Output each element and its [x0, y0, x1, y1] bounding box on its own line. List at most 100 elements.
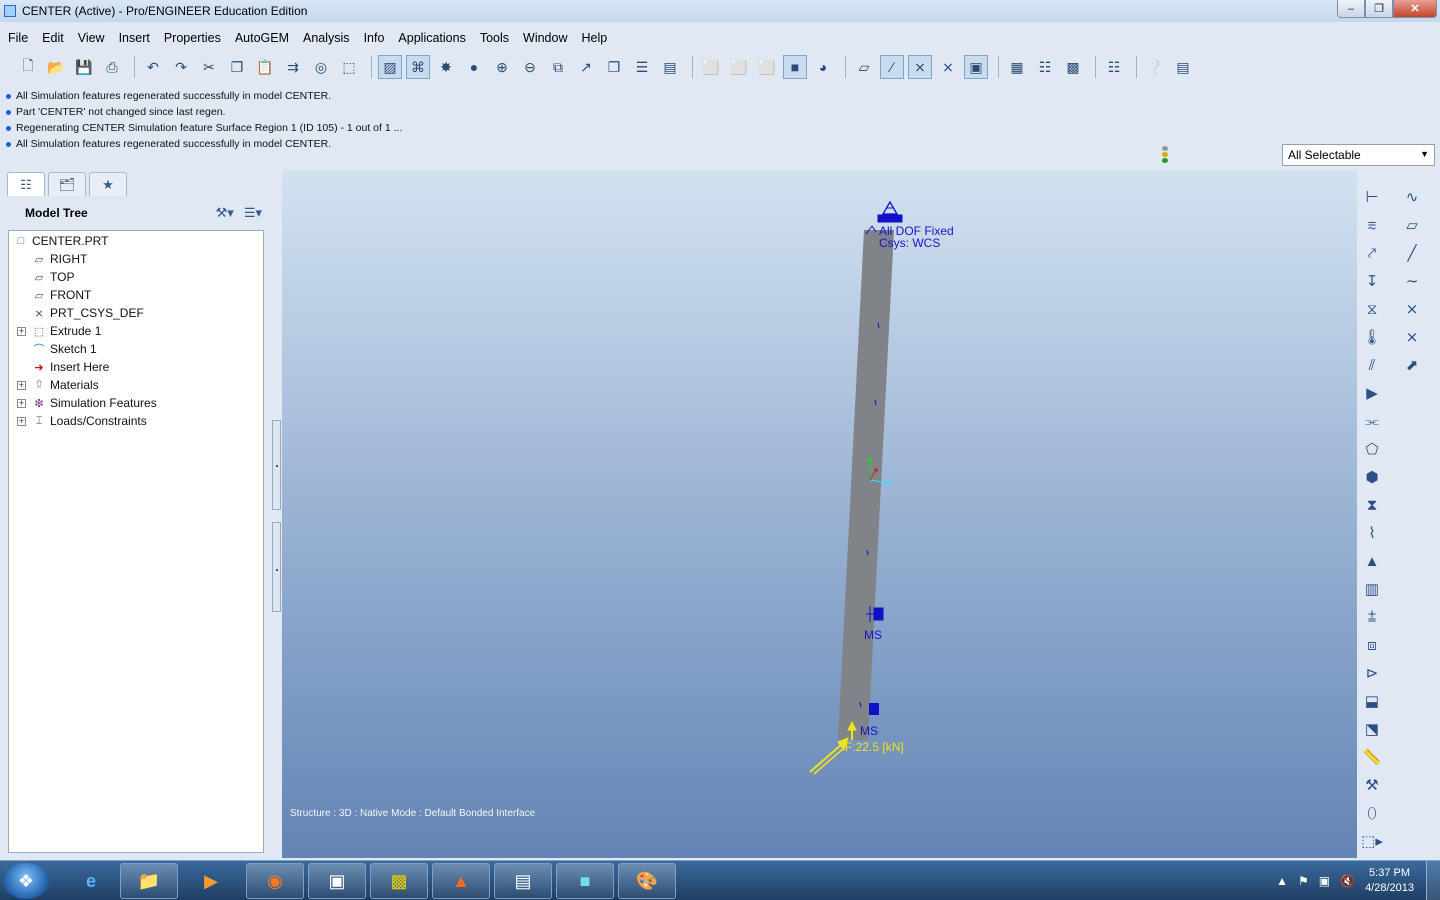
shaded-button[interactable]: ■ [783, 55, 807, 79]
maximize-button[interactable]: ❐ [1365, 0, 1393, 18]
wireframe-button[interactable]: ⬜ [699, 55, 723, 79]
menu-info[interactable]: Info [357, 31, 392, 45]
displacement-constraint-button[interactable]: ⫽ [1361, 354, 1383, 376]
redo-button[interactable]: ↷ [169, 55, 193, 79]
datum-plane-button[interactable]: ▱ [1401, 214, 1423, 236]
fastener-button[interactable]: ⊳ [1361, 662, 1383, 684]
tree-item-materials[interactable]: ⮸ Materials [32, 376, 98, 394]
weld-button[interactable]: ⩲ [1361, 606, 1383, 628]
tree-settings-button[interactable]: ⚒▾ [216, 205, 234, 221]
planar-constraint-button[interactable]: ▶ [1361, 382, 1383, 404]
tree-item-center-prt[interactable]: □ CENTER.PRT [14, 232, 109, 250]
shading-button[interactable]: ● [462, 55, 486, 79]
zoom-out-button[interactable]: ⊖ [518, 55, 542, 79]
annotation-display-button[interactable]: ▣ [964, 55, 988, 79]
panel-sash-lower[interactable] [272, 522, 281, 612]
menu-insert[interactable]: Insert [112, 31, 157, 45]
view-manager-button[interactable]: ▤ [658, 55, 682, 79]
tab-model-tree[interactable]: ☷ [7, 172, 45, 196]
menu-edit[interactable]: Edit [35, 31, 71, 45]
tree-item-prt-csys-def[interactable]: ⨯ PRT_CSYS_DEF [32, 304, 143, 322]
mesh-button[interactable]: ▦ [1005, 55, 1029, 79]
taskbar-internet-explorer[interactable]: e [62, 863, 120, 899]
expand-loads-constraints-button[interactable]: + [17, 417, 26, 426]
hidden-line-button[interactable]: ⬜ [727, 55, 751, 79]
menu-analysis[interactable]: Analysis [296, 31, 357, 45]
menu-applications[interactable]: Applications [391, 31, 472, 45]
show-desktop-button[interactable] [1426, 861, 1440, 900]
datum-csys-button[interactable]: ⨯ [1401, 326, 1423, 348]
select-box-button[interactable]: ⬚ [337, 55, 361, 79]
tree-item-loads-constraints[interactable]: ⌶ Loads/Constraints [32, 412, 147, 430]
taskbar-document-viewer[interactable]: ▤ [494, 863, 552, 899]
analysis-tool-button[interactable]: ⊢ [1361, 186, 1383, 208]
mass-button[interactable]: ▲ [1361, 550, 1383, 572]
expand-materials-button[interactable]: + [17, 381, 26, 390]
beam-button[interactable]: ⧗ [1361, 494, 1383, 516]
tree-item-right[interactable]: ▱ RIGHT [32, 250, 88, 268]
context-help-button[interactable]: ❔ [1143, 55, 1167, 79]
analyses-button[interactable]: ☷ [1033, 55, 1057, 79]
plane-tool-button[interactable]: ⩳ [1361, 214, 1383, 236]
material-assign-button[interactable]: ⬔ [1361, 718, 1383, 740]
more-tools-button[interactable]: ⬚▸ [1361, 830, 1383, 852]
results-button[interactable]: ▩ [1061, 55, 1085, 79]
clock[interactable]: 5:37 PM 4/28/2013 [1365, 866, 1414, 896]
reorient-button[interactable]: ↗ [574, 55, 598, 79]
surface-region-button[interactable]: ⬠ [1361, 438, 1383, 460]
paste-button[interactable]: 📋 [253, 55, 277, 79]
tree-item-sketch-1[interactable]: ⌒ Sketch 1 [32, 340, 97, 358]
show-hidden-icons-button[interactable]: ▲ [1276, 874, 1288, 888]
point-display-button[interactable]: ⨯ [908, 55, 932, 79]
datum-axis-button[interactable]: ╱ [1401, 242, 1423, 264]
no-hidden-button[interactable]: ⬜ [755, 55, 779, 79]
new-file-button[interactable]: 🗋 [16, 55, 40, 79]
spring-button[interactable]: ⌇ [1361, 522, 1383, 544]
taskbar-command-prompt[interactable]: ▣ [308, 863, 366, 899]
idealization-button[interactable]: ⬯ [1361, 802, 1383, 824]
bearing-load-button[interactable]: ⧖ [1361, 298, 1383, 320]
sketch-tool-button[interactable]: ∿ [1401, 186, 1423, 208]
enhanced-realism-button[interactable]: ◕ [811, 55, 835, 79]
tree-item-front[interactable]: ▱ FRONT [32, 286, 92, 304]
shell-button[interactable]: ▥ [1361, 578, 1383, 600]
tree-show-button[interactable]: ☰▾ [244, 205, 262, 221]
close-button[interactable]: ✕ [1393, 0, 1437, 18]
info-button[interactable]: ▤ [1171, 55, 1195, 79]
tree-item-simulation-features[interactable]: ❇ Simulation Features [32, 394, 156, 412]
axis-display-button[interactable]: ∕ [880, 55, 904, 79]
tab-favorites[interactable]: ★ [89, 172, 127, 196]
refit-button[interactable]: ⧉ [546, 55, 570, 79]
minimize-button[interactable]: – [1337, 0, 1365, 18]
plane-display-button[interactable]: ▱ [852, 55, 876, 79]
datum-axes-button[interactable]: ⌘ [406, 55, 430, 79]
menu-file[interactable]: File [0, 31, 35, 45]
menu-view[interactable]: View [71, 31, 112, 45]
expand-simulation-features-button[interactable]: + [17, 399, 26, 408]
open-file-button[interactable]: 📂 [44, 55, 68, 79]
taskbar-pro-engineer-active[interactable]: ■ [556, 863, 614, 899]
measure-button[interactable]: 📏 [1361, 746, 1383, 768]
regenerate-button[interactable]: ⇉ [281, 55, 305, 79]
expand-extrude-button[interactable]: + [17, 327, 26, 336]
taskbar-firefox[interactable]: ◉ [246, 863, 304, 899]
mesh-control-button[interactable]: ⚒ [1361, 774, 1383, 796]
tree-item-top[interactable]: ▱ TOP [32, 268, 75, 286]
force-load-button[interactable]: ⤤ [1361, 242, 1383, 264]
link-tool-button[interactable]: ⬈ [1401, 354, 1423, 376]
menu-properties[interactable]: Properties [157, 31, 228, 45]
start-button[interactable]: ❖ [3, 863, 49, 899]
taskbar-explorer[interactable]: 📁 [120, 863, 178, 899]
csys-display-button[interactable]: ⨯ [936, 55, 960, 79]
symmetry-constraint-button[interactable]: ⫘ [1361, 410, 1383, 432]
datum-curve-button[interactable]: ∼ [1401, 270, 1423, 292]
cut-button[interactable]: ✂ [197, 55, 221, 79]
menu-tools[interactable]: Tools [473, 31, 516, 45]
find-button[interactable]: ◎ [309, 55, 333, 79]
datum-display-button[interactable]: ▨ [378, 55, 402, 79]
copy-button[interactable]: ❐ [225, 55, 249, 79]
volume-region-button[interactable]: ⬢ [1361, 466, 1383, 488]
tab-folder-browser[interactable]: 🗂 [48, 172, 86, 196]
network-icon[interactable]: ▣ [1319, 874, 1330, 888]
pressure-load-button[interactable]: ↧ [1361, 270, 1383, 292]
